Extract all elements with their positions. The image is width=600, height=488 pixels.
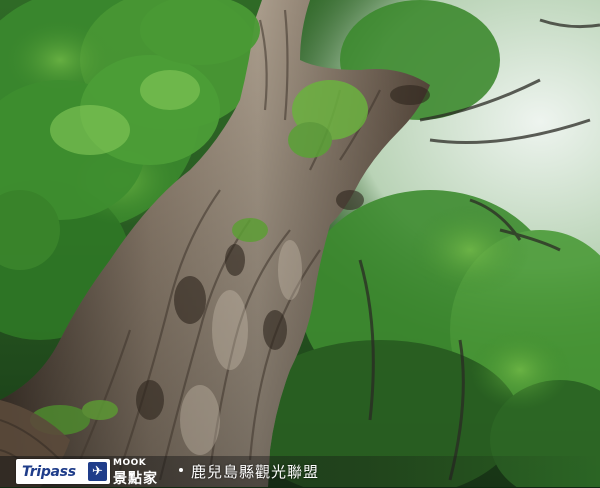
- jingdian-label: 景點家: [113, 471, 158, 487]
- mook-label: MOOK: [113, 458, 147, 468]
- separator-dot: [179, 468, 183, 472]
- forest-photo: [0, 0, 600, 487]
- photo-scene: [0, 0, 600, 487]
- airplane-icon: ✈: [88, 462, 107, 481]
- photo-credit: 鹿兒島縣觀光聯盟: [191, 463, 320, 481]
- mook-brand: MOOK 景點家: [113, 458, 173, 487]
- tripass-logo-text: Tripass: [22, 463, 76, 480]
- tripass-logo: Tripass ✈: [16, 459, 110, 484]
